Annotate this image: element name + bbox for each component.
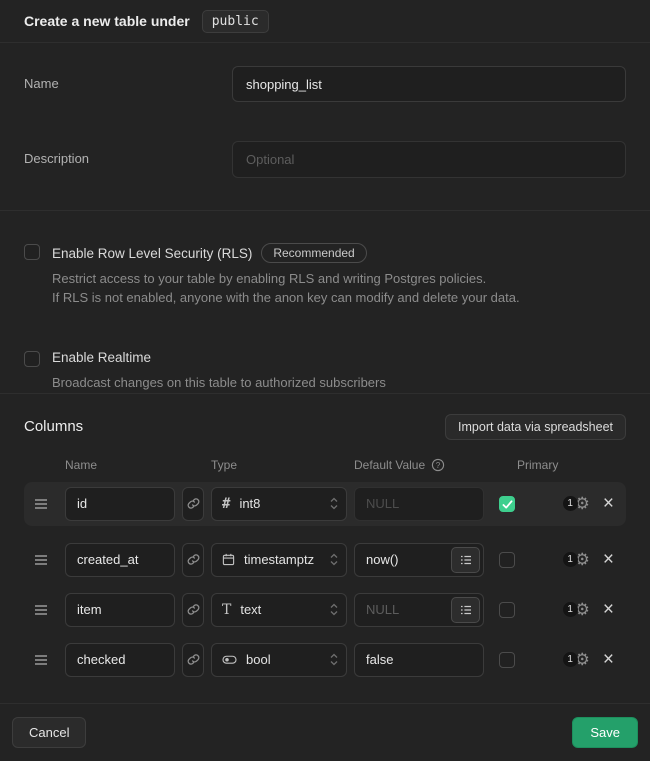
column-row-created-at: timestamptz 1 ⚙ × <box>24 539 626 581</box>
column-type-select[interactable]: bool <box>211 643 347 677</box>
schema-badge: public <box>202 10 269 33</box>
text-type-icon: T <box>222 602 231 618</box>
columns-table-header: Name Type Default Value ? Primary <box>24 457 626 473</box>
chevron-updown-icon <box>330 553 338 566</box>
foreign-key-button[interactable] <box>182 487 204 521</box>
default-value-menu-button[interactable] <box>451 597 480 623</box>
chevron-updown-icon <box>330 497 338 510</box>
realtime-description: Broadcast changes on this table to autho… <box>52 374 626 393</box>
settings-count-badge: 1 <box>563 552 578 567</box>
column-type-select[interactable]: # int8 <box>211 487 347 521</box>
column-type-select[interactable]: T text <box>211 593 347 627</box>
drag-handle-icon[interactable] <box>34 498 48 510</box>
recommended-badge: Recommended <box>261 243 366 263</box>
settings-count-badge: 1 <box>563 496 578 511</box>
table-description-input[interactable] <box>232 141 626 178</box>
column-type-value: text <box>240 602 261 617</box>
drag-handle-icon[interactable] <box>34 554 48 566</box>
chevron-updown-icon <box>330 653 338 666</box>
save-button[interactable]: Save <box>572 717 638 748</box>
column-type-value: timestamptz <box>244 552 314 567</box>
rls-label: Enable Row Level Security (RLS) <box>52 246 252 261</box>
rls-description-line2: If RLS is not enabled, anyone with the a… <box>52 289 626 308</box>
column-settings-button[interactable]: 1 ⚙ <box>563 601 590 618</box>
rls-description-line1: Restrict access to your table by enablin… <box>52 270 626 289</box>
primary-checkbox[interactable] <box>499 652 515 668</box>
column-type-value: int8 <box>239 496 260 511</box>
drag-handle-icon[interactable] <box>34 654 48 666</box>
primary-checkbox[interactable] <box>499 552 515 568</box>
link-icon <box>187 553 200 566</box>
realtime-label: Enable Realtime <box>52 350 151 365</box>
header-primary: Primary <box>517 458 558 472</box>
help-icon[interactable]: ? <box>431 458 445 472</box>
delete-column-icon[interactable]: × <box>603 550 614 569</box>
header-type: Type <box>211 458 347 472</box>
realtime-checkbox[interactable] <box>24 351 40 367</box>
dialog-footer: Cancel Save <box>0 703 650 761</box>
create-table-dialog: Create a new table under public Name Des… <box>0 0 650 761</box>
delete-column-icon[interactable]: × <box>603 650 614 669</box>
foreign-key-button[interactable] <box>182 543 204 577</box>
dialog-title: Create a new table under <box>24 13 190 29</box>
list-icon <box>460 605 472 615</box>
svg-text:?: ? <box>436 460 441 469</box>
cancel-button[interactable]: Cancel <box>12 717 86 748</box>
list-icon <box>460 555 472 565</box>
delete-column-icon[interactable]: × <box>603 494 614 513</box>
dialog-header: Create a new table under public <box>0 0 650 43</box>
primary-checkbox[interactable] <box>499 602 515 618</box>
header-default-value: Default Value <box>354 458 425 472</box>
column-row-id: # int8 1 ⚙ × <box>24 482 626 526</box>
column-row-item: T text 1 ⚙ <box>24 589 626 631</box>
rls-checkbox[interactable] <box>24 244 40 260</box>
column-default-input[interactable] <box>354 643 484 677</box>
primary-checkbox[interactable] <box>499 496 515 512</box>
foreign-key-button[interactable] <box>182 643 204 677</box>
delete-column-icon[interactable]: × <box>603 600 614 619</box>
link-icon <box>187 603 200 616</box>
hash-icon: # <box>222 496 230 512</box>
realtime-block: Enable Realtime Broadcast changes on thi… <box>24 350 626 393</box>
calendar-icon <box>222 553 235 566</box>
chevron-updown-icon <box>330 603 338 616</box>
link-icon <box>187 497 200 510</box>
column-name-input[interactable] <box>65 593 175 627</box>
column-name-input[interactable] <box>65 543 175 577</box>
description-label: Description <box>24 141 232 178</box>
columns-section: Columns Import data via spreadsheet Name… <box>0 394 650 703</box>
columns-title: Columns <box>24 418 83 435</box>
basic-fields-section: Name Description <box>0 43 650 210</box>
column-default-input <box>354 487 484 521</box>
column-settings-button[interactable]: 1 ⚙ <box>563 551 590 568</box>
import-spreadsheet-button[interactable]: Import data via spreadsheet <box>445 414 626 440</box>
column-row-checked: bool 1 ⚙ × <box>24 639 626 681</box>
toggles-section: Enable Row Level Security (RLS) Recommen… <box>0 211 650 393</box>
column-name-input[interactable] <box>65 643 175 677</box>
name-label: Name <box>24 66 232 102</box>
link-icon <box>187 653 200 666</box>
rls-block: Enable Row Level Security (RLS) Recommen… <box>24 243 626 308</box>
column-settings-button[interactable]: 1 ⚙ <box>563 651 590 668</box>
foreign-key-button[interactable] <box>182 593 204 627</box>
column-type-select[interactable]: timestamptz <box>211 543 347 577</box>
header-name: Name <box>65 458 175 472</box>
check-icon <box>502 500 513 509</box>
column-name-input[interactable] <box>65 487 175 521</box>
settings-count-badge: 1 <box>563 602 578 617</box>
table-name-input[interactable] <box>232 66 626 102</box>
drag-handle-icon[interactable] <box>34 604 48 616</box>
default-value-menu-button[interactable] <box>451 547 480 573</box>
column-settings-button[interactable]: 1 ⚙ <box>563 495 590 512</box>
column-type-value: bool <box>246 652 271 667</box>
boolean-toggle-icon <box>222 653 237 666</box>
settings-count-badge: 1 <box>563 652 578 667</box>
